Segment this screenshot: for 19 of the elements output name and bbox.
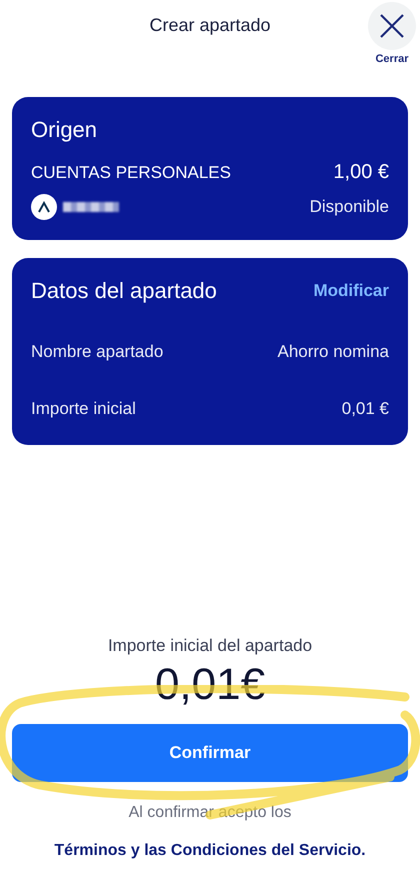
redacted-number (63, 202, 119, 212)
close-icon (379, 13, 405, 39)
balance-amount: 1,00 € (333, 161, 389, 184)
balance-label: Disponible (310, 197, 389, 217)
modify-link[interactable]: Modificar (313, 281, 389, 301)
card-title: Datos del apartado (31, 278, 217, 304)
close-label: Cerrar (375, 53, 409, 65)
detail-label: Importe inicial (31, 399, 136, 419)
confirm-button[interactable]: Confirmar (12, 724, 408, 782)
summary-label: Importe inicial del apartado (108, 636, 312, 656)
account-name: CUENTAS PERSONALES (31, 162, 231, 182)
terms-link[interactable]: Términos y las Condiciones del Servicio. (54, 842, 366, 860)
close-button[interactable] (368, 2, 416, 50)
detail-value: Ahorro nomina (277, 342, 389, 362)
card-title: Origen (31, 117, 98, 143)
detail-label: Nombre apartado (31, 342, 164, 362)
screen-title: Crear apartado (149, 15, 271, 36)
detail-value: 0,01 € (342, 399, 389, 419)
bank-logo-icon (31, 194, 57, 220)
